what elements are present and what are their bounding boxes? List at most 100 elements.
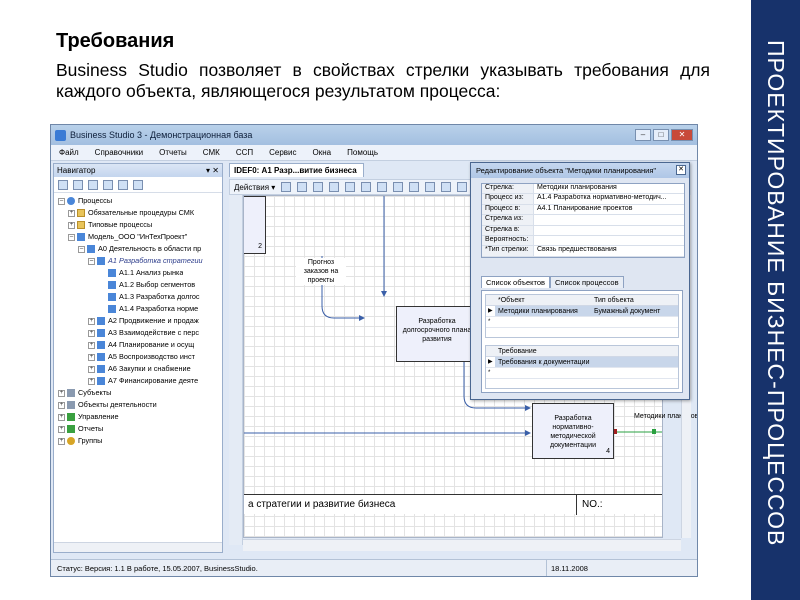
property-row[interactable]: Стрелка: Методики планирования <box>482 184 684 195</box>
tree-item[interactable]: + А7 Финансирование деяте <box>88 375 198 387</box>
last-icon[interactable] <box>441 182 452 192</box>
next-icon[interactable] <box>425 182 436 192</box>
tree-item[interactable]: + А3 Взаимодействие с перс <box>88 327 199 339</box>
tree-item[interactable]: + А2 Продвижение и продаж <box>88 315 199 327</box>
tree-item[interactable]: + Отчеты <box>58 423 103 435</box>
folder-icon <box>77 221 85 229</box>
tree-item[interactable]: А1.1 Анализ рынка <box>108 267 183 279</box>
footer-number: NO.: <box>582 499 603 510</box>
properties-table: Стрелка: Методики планирования Процесс из… <box>481 183 685 258</box>
first-icon[interactable] <box>393 182 404 192</box>
property-row[interactable]: Стрелка из: <box>482 215 684 226</box>
property-row[interactable]: *Тип стрелки: Связь предшествования <box>482 246 684 257</box>
reports-icon <box>67 425 75 433</box>
navigator-toolbar <box>54 177 222 193</box>
navigator-scrollbar[interactable] <box>54 542 222 552</box>
process-node-icon <box>97 353 105 361</box>
tree-item[interactable]: + Управление <box>58 411 119 423</box>
process-node-icon <box>97 257 105 265</box>
menu-service[interactable]: Сервис <box>261 148 304 157</box>
tree-item[interactable]: + Обязательные процедуры СМК <box>68 207 194 219</box>
add-icon[interactable] <box>73 179 83 190</box>
property-row[interactable]: Процесс из: А1.4 Разработка нормативно-ме… <box>482 194 684 205</box>
open-icon[interactable] <box>313 182 324 192</box>
idef0-box-2[interactable]: 2 <box>244 196 266 254</box>
tree-item[interactable]: – А0 Деятельность в области пр <box>78 243 201 255</box>
arrow-label-methods[interactable]: Методики планирования <box>634 412 697 421</box>
property-row[interactable]: Процесс в: А4.1 Планирование проектов <box>482 204 684 216</box>
tree-item[interactable]: – Модель_ООО "ИнТехПроект" <box>68 231 187 243</box>
tree-item[interactable]: + Субъекты <box>58 387 111 399</box>
row-pointer-icon: ▶ <box>488 359 493 365</box>
tree-item-selected[interactable]: – А1 Разработка стратегии <box>88 255 203 267</box>
tree-item[interactable]: + А6 Закупки и снабжение <box>88 363 191 375</box>
tree-item[interactable]: А1.4 Разработка норме <box>108 303 198 315</box>
arrow-label-forecast[interactable]: Прогноз заказов на проекты <box>296 258 346 285</box>
window-title: Business Studio 3 - Демонстрационная баз… <box>70 130 253 140</box>
tree-item[interactable]: – Процессы <box>58 195 112 207</box>
menu-references[interactable]: Справочники <box>87 148 151 157</box>
management-icon <box>67 413 75 421</box>
process-node-icon <box>97 365 105 373</box>
menu-help[interactable]: Помощь <box>339 148 386 157</box>
menu-reports[interactable]: Отчеты <box>151 148 195 157</box>
groups-icon <box>67 437 75 445</box>
actions-dropdown[interactable]: Действия ▾ <box>234 183 275 192</box>
menu-file[interactable]: Файл <box>51 148 87 157</box>
link-icon[interactable] <box>457 182 468 192</box>
property-row[interactable]: Стрелка в: <box>482 225 684 236</box>
navigator-header: Навигатор ▾ ✕ <box>54 164 222 177</box>
process-node-icon <box>97 317 105 325</box>
close-icon[interactable]: ✕ <box>671 129 693 141</box>
brush-icon[interactable] <box>297 182 308 192</box>
maximize-icon[interactable]: □ <box>653 129 669 141</box>
subjects-icon <box>67 389 75 397</box>
move-up-icon[interactable] <box>361 182 372 192</box>
idef0-box-4[interactable]: Разработка нормативно-методической докум… <box>532 403 614 459</box>
tab-objects-list[interactable]: Список объектов <box>481 276 550 288</box>
table-row-new[interactable]: * <box>486 317 678 328</box>
table-row-new[interactable]: * <box>486 368 678 379</box>
new-icon[interactable] <box>281 182 292 192</box>
horizontal-scrollbar[interactable] <box>243 539 681 551</box>
window-titlebar: Business Studio 3 - Демонстрационная баз… <box>51 125 697 145</box>
menu-ssp[interactable]: ССП <box>228 148 261 157</box>
filter-icon[interactable] <box>103 179 113 190</box>
grid-header: *Объект Тип объекта <box>486 295 678 306</box>
tab-idef0-diagram[interactable]: IDEF0: А1 Разр...витие бизнеса <box>229 163 364 177</box>
edit-icon[interactable] <box>58 179 68 190</box>
menu-windows[interactable]: Окна <box>305 148 340 157</box>
tree-item[interactable]: + Объекты деятельности <box>58 399 157 411</box>
tree-item[interactable]: А1.2 Выбор сегментов <box>108 279 195 291</box>
tree-item[interactable]: + Группы <box>58 435 102 447</box>
dialog-close-icon[interactable]: ✕ <box>676 165 686 175</box>
menu-smk[interactable]: СМК <box>195 148 228 157</box>
tree-item[interactable]: + А4 Планирование и осущ <box>88 339 194 351</box>
slide-body: Business Studio позволяет в свойствах ст… <box>56 60 710 101</box>
navigator-pin-icon[interactable]: ▾ ✕ <box>206 164 219 177</box>
app-icon <box>55 129 66 141</box>
tab-processes-list[interactable]: Список процессов <box>550 276 624 288</box>
tool-strip <box>229 195 243 545</box>
idef0-box-3[interactable]: Разработка долгосрочного плана развития … <box>396 306 478 362</box>
tree-item[interactable]: + Типовые процессы <box>68 219 152 231</box>
arrow-tool-icon[interactable] <box>345 182 356 192</box>
prev-icon[interactable] <box>409 182 420 192</box>
print-icon[interactable] <box>133 179 143 190</box>
properties-icon[interactable] <box>88 179 98 190</box>
minimize-icon[interactable]: – <box>635 129 651 141</box>
table-row[interactable]: ▶ Требования к документации <box>486 357 678 368</box>
tree-item[interactable]: + А5 Воспроизводство инст <box>88 351 195 363</box>
move-down-icon[interactable] <box>377 182 388 192</box>
footer-title: а стратегии и развитие бизнеса <box>248 499 396 510</box>
property-row[interactable]: Вероятность: <box>482 235 684 247</box>
dialog-tabs: Список объектов Список процессов <box>481 276 624 288</box>
process-node-icon <box>97 329 105 337</box>
save-icon[interactable] <box>329 182 340 192</box>
tree-item[interactable]: А1.3 Разработка долгос <box>108 291 200 303</box>
new-row-icon: * <box>488 370 491 376</box>
process-node-icon <box>97 377 105 385</box>
table-row[interactable]: ▶ Методики планирования Бумажный докумен… <box>486 306 678 317</box>
diagram-footer: а стратегии и развитие бизнеса NO.: <box>244 494 662 515</box>
refresh-icon[interactable] <box>118 179 128 190</box>
